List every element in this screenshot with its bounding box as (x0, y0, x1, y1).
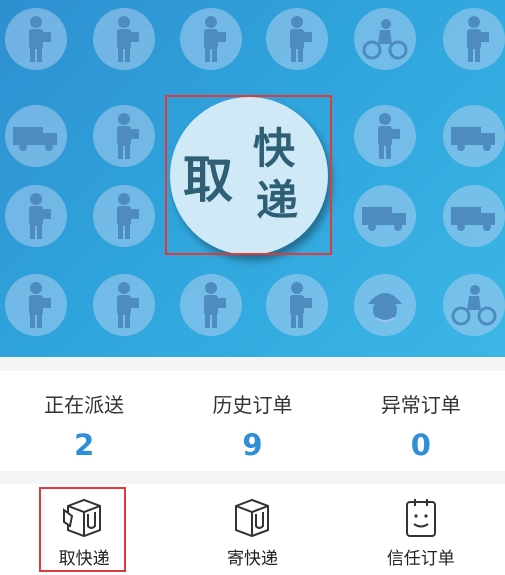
send-package-button[interactable]: 寄快递 (168, 484, 336, 575)
stat-value: 9 (242, 428, 263, 462)
delivery-person-icon (180, 8, 242, 70)
delivery-person-icon (5, 8, 67, 70)
scooter-courier-icon (354, 8, 416, 70)
send-package-icon (235, 498, 270, 538)
delivery-person-icon (93, 8, 155, 70)
action-label: 寄快递 (226, 549, 278, 569)
courier-face-icon (354, 274, 416, 336)
stat-delivering[interactable]: 正在派送 2 (0, 371, 168, 471)
stat-history-orders[interactable]: 历史订单 9 (168, 371, 336, 471)
delivery-person-icon (266, 274, 328, 336)
delivery-person-icon (443, 8, 505, 70)
stat-label: 异常订单 (380, 393, 461, 417)
truck-icon (443, 105, 505, 167)
walking-courier-icon (180, 274, 242, 336)
stat-label: 正在派送 (44, 393, 125, 417)
stats-panel: 正在派送 2 历史订单 9 异常订单 0 (0, 371, 505, 471)
trusted-order-button[interactable]: 信任订单 (337, 484, 505, 575)
stat-abnormal-orders[interactable]: 异常订单 0 (337, 371, 505, 471)
delivery-person-icon (5, 274, 67, 336)
stat-value: 2 (74, 428, 95, 462)
running-courier-icon (5, 185, 67, 247)
trusted-order-icon (405, 499, 436, 537)
hand-truck-icon (443, 185, 505, 247)
stat-value: 0 (410, 428, 431, 462)
action-label: 信任订单 (386, 549, 455, 569)
truck-icon (5, 105, 67, 167)
delivery-person-icon (93, 274, 155, 336)
delivery-person-icon (266, 8, 328, 70)
highlight-box-pickup (39, 487, 126, 572)
delivery-person-icon (93, 185, 155, 247)
box-icon (354, 105, 416, 167)
bicycle-courier-icon (443, 274, 505, 336)
highlight-box-hero (165, 95, 332, 255)
stat-label: 历史订单 (212, 393, 293, 417)
truck-front-icon (354, 185, 416, 247)
delivery-person-icon (93, 105, 155, 167)
